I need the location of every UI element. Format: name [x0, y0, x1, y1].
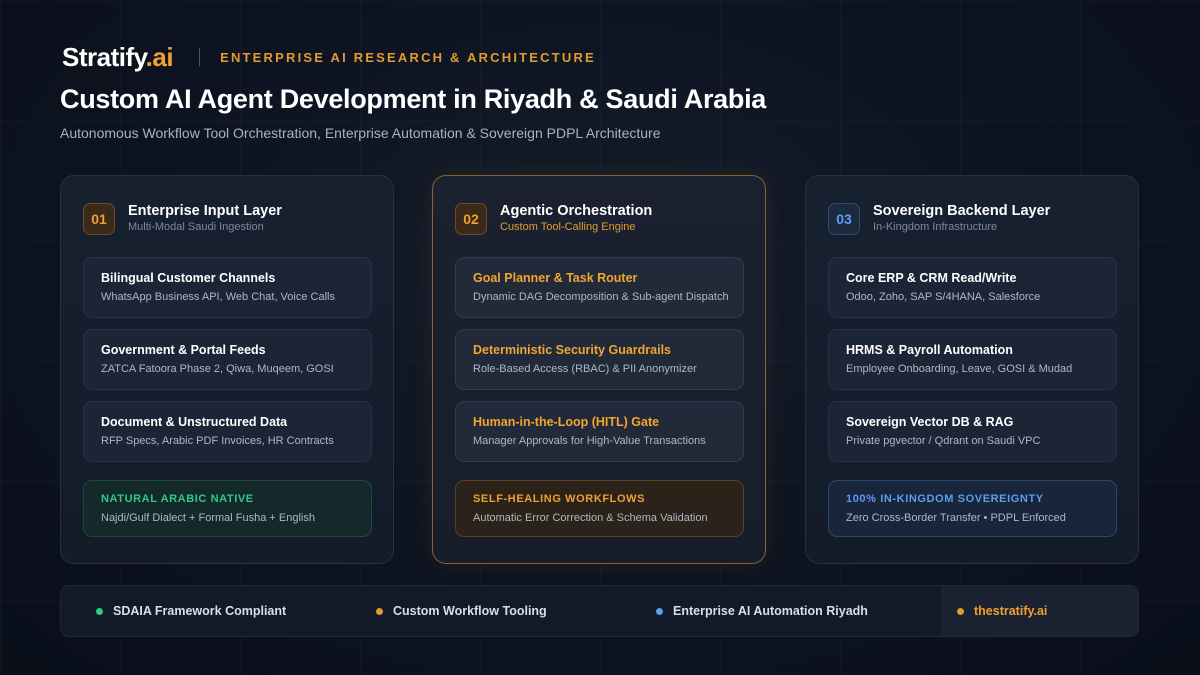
card-title: Document & Unstructured Data	[101, 415, 288, 429]
footer-website-link[interactable]: thestratify.ai	[941, 586, 1138, 636]
step-number: 03	[828, 203, 860, 235]
column-title: Sovereign Backend Layer	[873, 203, 1051, 219]
column-orchestration: 02 Agentic Orchestration Custom Tool-Cal…	[432, 175, 766, 564]
layer-card: Human-in-the-Loop (HITL) Gate Manager Ap…	[455, 401, 744, 462]
footer-badge-automation: Enterprise AI Automation Riyadh	[656, 586, 868, 636]
column-header: 01 Enterprise Input Layer Multi-Modal Sa…	[83, 203, 282, 235]
brand-header: Stratify.ai ENTERPRISE AI RESEARCH & ARC…	[62, 40, 596, 74]
layer-card: Bilingual Customer Channels WhatsApp Bus…	[83, 257, 372, 318]
card-title: Deterministic Security Guardrails	[473, 343, 671, 357]
card-title: Government & Portal Feeds	[101, 343, 266, 357]
card-title: Human-in-the-Loop (HITL) Gate	[473, 415, 660, 429]
card-description: RFP Specs, Arabic PDF Invoices, HR Contr…	[101, 435, 334, 447]
logo[interactable]: Stratify.ai	[62, 41, 174, 73]
page-subtitle: Autonomous Workflow Tool Orchestration, …	[60, 125, 661, 141]
card-description: ZATCA Fatoora Phase 2, Qiwa, Muqeem, GOS…	[101, 363, 334, 375]
brand-divider	[199, 48, 201, 66]
card-title: Goal Planner & Task Router	[473, 271, 638, 285]
column-input-layer: 01 Enterprise Input Layer Multi-Modal Sa…	[60, 175, 394, 564]
layer-card: Deterministic Security Guardrails Role-B…	[455, 329, 744, 390]
feature-card-sovereignty: 100% IN-KINGDOM SOVEREIGNTY Zero Cross-B…	[828, 480, 1117, 537]
brand-tagline: ENTERPRISE AI RESEARCH & ARCHITECTURE	[220, 49, 596, 65]
feature-description: Automatic Error Correction & Schema Vali…	[473, 512, 708, 524]
status-dot	[957, 607, 964, 615]
card-description: Role-Based Access (RBAC) & PII Anonymize…	[473, 363, 697, 375]
feature-description: Zero Cross-Border Transfer • PDPL Enforc…	[846, 512, 1066, 524]
step-number: 01	[83, 203, 115, 235]
footer-badge-workflow: Custom Workflow Tooling	[376, 586, 547, 636]
layer-card: Sovereign Vector DB & RAG Private pgvect…	[828, 401, 1117, 462]
column-backend-layer: 03 Sovereign Backend Layer In-Kingdom In…	[805, 175, 1139, 564]
feature-title: SELF-HEALING WORKFLOWS	[473, 493, 646, 505]
status-dot	[96, 607, 103, 615]
card-description: Employee Onboarding, Leave, GOSI & Mudad	[846, 363, 1073, 375]
footer-label: SDAIA Framework Compliant	[113, 604, 287, 618]
website-url: thestratify.ai	[974, 604, 1048, 618]
card-title: Core ERP & CRM Read/Write	[846, 271, 1017, 285]
column-subtitle: Custom Tool-Calling Engine	[500, 221, 636, 233]
card-description: Private pgvector / Qdrant on Saudi VPC	[846, 435, 1041, 447]
column-subtitle: In-Kingdom Infrastructure	[873, 221, 998, 233]
feature-card-self-healing: SELF-HEALING WORKFLOWS Automatic Error C…	[455, 480, 744, 537]
card-description: Dynamic DAG Decomposition & Sub-agent Di…	[473, 291, 729, 303]
layer-card: HRMS & Payroll Automation Employee Onboa…	[828, 329, 1117, 390]
feature-card-arabic: NATURAL ARABIC NATIVE Najdi/Gulf Dialect…	[83, 480, 372, 537]
column-header: 03 Sovereign Backend Layer In-Kingdom In…	[828, 203, 1050, 235]
footer-label: Enterprise AI Automation Riyadh	[673, 604, 868, 618]
footer-badge-sdaia: SDAIA Framework Compliant	[96, 586, 286, 636]
card-description: Manager Approvals for High-Value Transac…	[473, 435, 706, 447]
feature-title: NATURAL ARABIC NATIVE	[101, 493, 254, 505]
logo-accent: .ai	[145, 41, 174, 72]
card-description: Odoo, Zoho, SAP S/4HANA, Salesforce	[846, 291, 1041, 303]
card-title: Bilingual Customer Channels	[101, 271, 276, 285]
layer-card: Document & Unstructured Data RFP Specs, …	[83, 401, 372, 462]
layer-card: Core ERP & CRM Read/Write Odoo, Zoho, SA…	[828, 257, 1117, 318]
layer-card: Government & Portal Feeds ZATCA Fatoora …	[83, 329, 372, 390]
layer-card: Goal Planner & Task Router Dynamic DAG D…	[455, 257, 744, 318]
column-title: Enterprise Input Layer	[128, 203, 282, 219]
page-title: Custom AI Agent Development in Riyadh & …	[60, 84, 766, 114]
column-title: Agentic Orchestration	[500, 203, 653, 219]
status-dot	[656, 607, 663, 615]
logo-text: Stratify	[62, 41, 146, 72]
step-number: 02	[455, 203, 487, 235]
column-subtitle: Multi-Modal Saudi Ingestion	[128, 221, 264, 233]
feature-title: 100% IN-KINGDOM SOVEREIGNTY	[846, 493, 1044, 505]
card-description: WhatsApp Business API, Web Chat, Voice C…	[101, 291, 335, 303]
card-title: HRMS & Payroll Automation	[846, 343, 1013, 357]
column-header: 02 Agentic Orchestration Custom Tool-Cal…	[455, 203, 652, 235]
status-dot	[376, 607, 383, 615]
feature-description: Najdi/Gulf Dialect + Formal Fusha + Engl…	[101, 512, 315, 524]
card-title: Sovereign Vector DB & RAG	[846, 415, 1014, 429]
footer-bar: SDAIA Framework Compliant Custom Workflo…	[60, 585, 1139, 637]
footer-label: Custom Workflow Tooling	[393, 604, 547, 618]
